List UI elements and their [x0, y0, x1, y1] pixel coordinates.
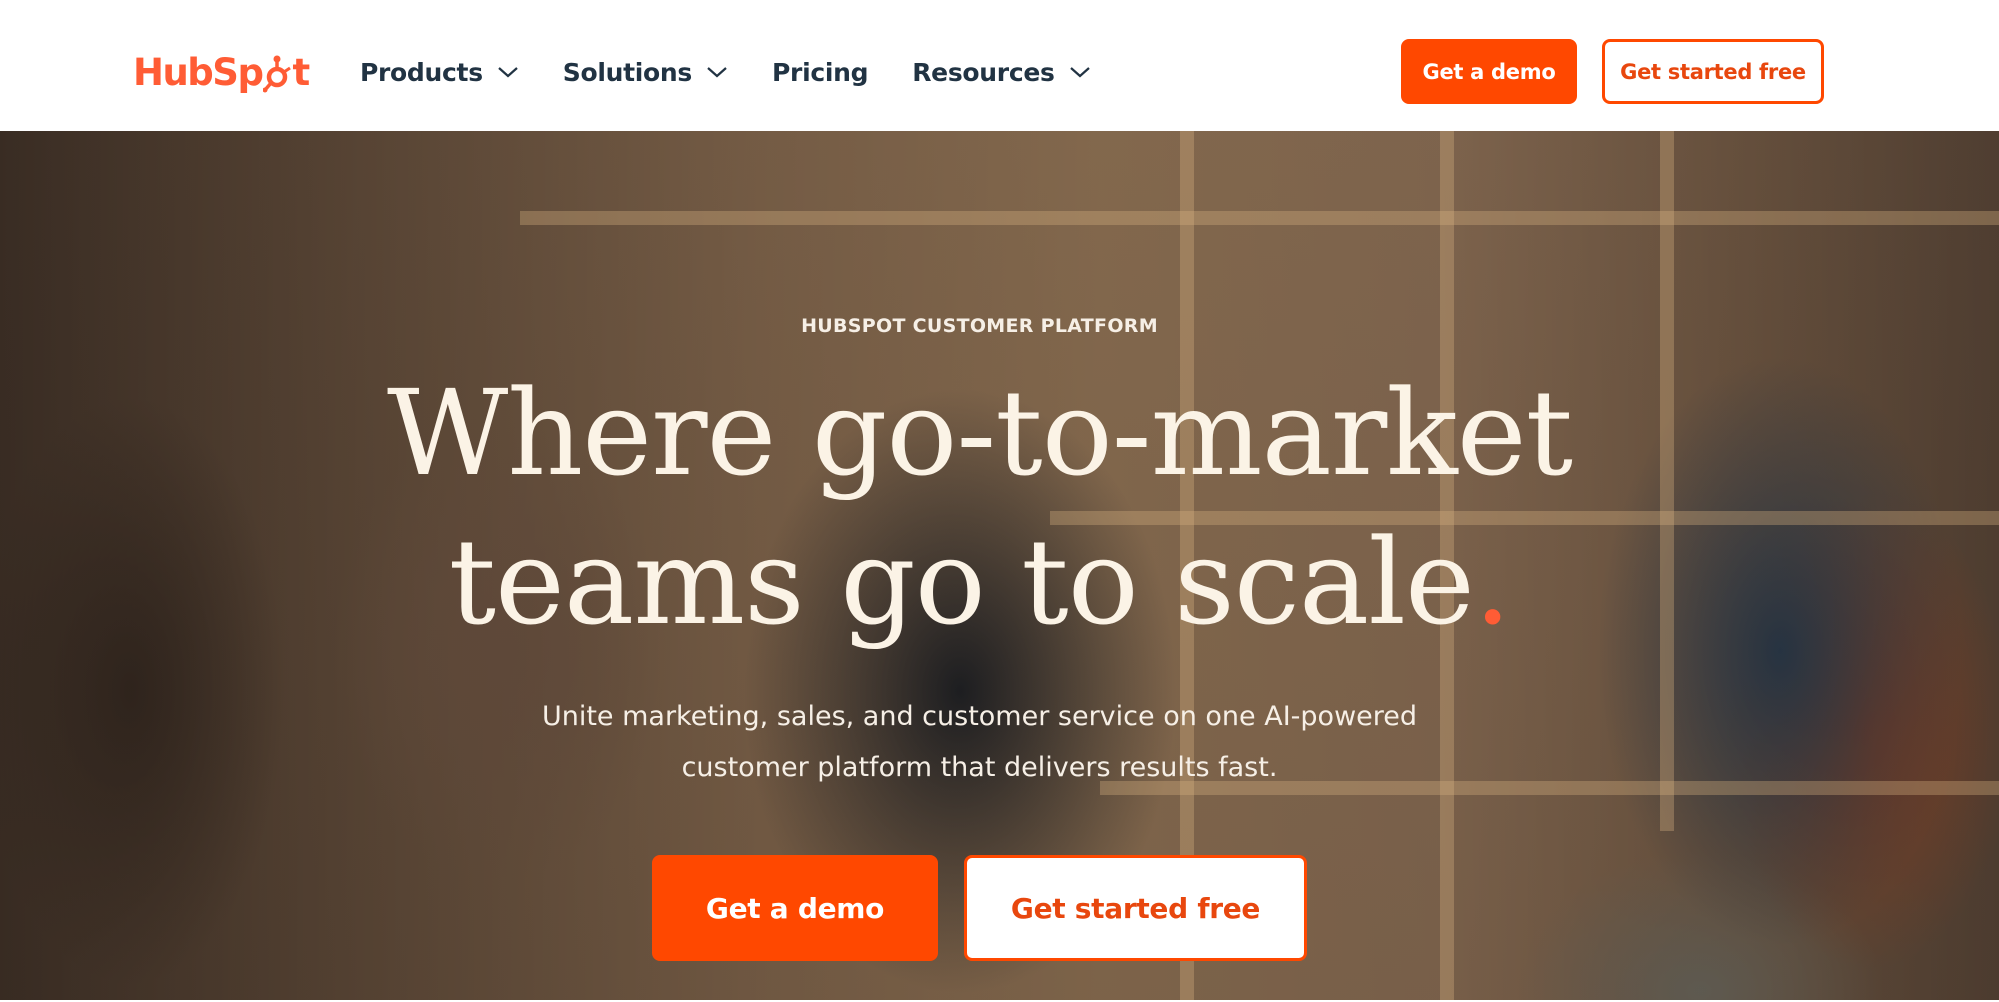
subhead-line-1: Unite marketing, sales, and customer ser… — [541, 701, 1418, 732]
hero-subheadline: Unite marketing, sales, and customer ser… — [0, 691, 1959, 793]
logo-text-left: HubSp — [133, 50, 264, 94]
chevron-down-icon — [498, 67, 518, 78]
nav-item-solutions[interactable]: Solutions — [563, 58, 728, 87]
nav-item-label: Solutions — [562, 57, 693, 87]
nav-item-resources[interactable]: Resources — [912, 58, 1090, 87]
nav-item-pricing[interactable]: Pricing — [772, 57, 869, 87]
nav-get-demo-button[interactable]: Get a demo — [1401, 39, 1577, 104]
hero-eyebrow: HUBSPOT CUSTOMER PLATFORM — [801, 315, 1158, 337]
hero-section: HUBSPOT CUSTOMER PLATFORM Where go-to-ma… — [0, 131, 1999, 1000]
hero-content: HUBSPOT CUSTOMER PLATFORM Where go-to-ma… — [0, 131, 1999, 1000]
nav-item-label: Resources — [912, 57, 1055, 87]
hero-headline: Where go-to-market teams go to scale. — [0, 359, 1959, 657]
headline-line-2: teams go to scale — [448, 513, 1475, 651]
hero-get-demo-button[interactable]: Get a demo — [652, 855, 938, 961]
nav-get-started-free-button[interactable]: Get started free — [1602, 39, 1824, 104]
logo-text-right: t — [292, 50, 310, 94]
nav-item-label: Pricing — [772, 57, 869, 87]
nav-item-products[interactable]: Products — [360, 58, 519, 87]
sprocket-icon — [263, 55, 292, 93]
hubspot-logo[interactable]: HubSp t — [133, 48, 310, 96]
headline-line-1: Where go-to-market — [386, 364, 1573, 502]
chevron-down-icon — [1069, 67, 1090, 78]
nav-item-label: Products — [360, 57, 483, 87]
main-nav: Products Solutions Pricing Resources — [360, 48, 1135, 96]
top-navbar: HubSp t Products Solutions Pricing Resou… — [0, 0, 1999, 131]
hero-get-started-free-button[interactable]: Get started free — [964, 855, 1307, 961]
subhead-line-2: customer platform that delivers results … — [681, 752, 1278, 783]
headline-accent-dot: . — [1473, 513, 1512, 651]
chevron-down-icon — [707, 67, 727, 78]
